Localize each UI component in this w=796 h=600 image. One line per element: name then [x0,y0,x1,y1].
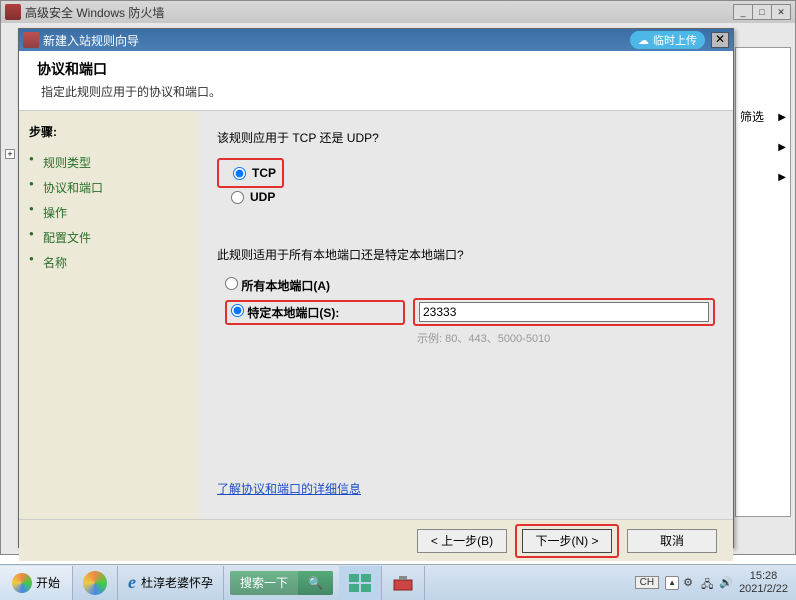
page-title: 协议和端口 [37,59,715,79]
parent-window-controls: _ □ ✕ [734,4,791,20]
radio-udp-row: UDP [231,188,715,206]
wizard-body: 步骤: 规则类型 协议和端口 操作 配置文件 名称 该规则应用于 TCP 还是 … [19,111,733,519]
maximize-button[interactable]: □ [752,4,772,20]
page-subtitle: 指定此规则应用于的协议和端口。 [41,83,715,100]
taskbar-pinned-app[interactable] [73,566,118,600]
cloud-upload-button[interactable]: ☁ 临时上传 [630,31,705,49]
start-button[interactable]: 开始 [0,566,73,600]
wizard-titlebar: 新建入站规则向导 ☁ 临时上传 ✕ [19,29,733,51]
firewall-icon [5,4,21,20]
tray-expand-icon[interactable]: ▲ [665,576,679,590]
port-example: 示例: 80、443、5000-5010 [417,330,715,346]
wizard-header: 协议和端口 指定此规则应用于的协议和端口。 [19,51,733,111]
cloud-icon: ☁ [638,34,649,47]
step-profile[interactable]: 配置文件 [29,225,189,250]
taskbar-search[interactable]: 搜索一下 🔍 [230,571,333,595]
language-indicator[interactable]: CH [635,576,659,589]
step-name[interactable]: 名称 [29,250,189,275]
chevron-right-icon[interactable]: ▶ [778,112,786,123]
cancel-button[interactable]: 取消 [627,529,717,553]
step-action[interactable]: 操作 [29,200,189,225]
taskbar-app-1[interactable] [339,566,382,600]
system-tray: CH ▲ ⚙ 🖧 🔊 15:28 2021/2/22 [627,566,796,600]
volume-icon[interactable]: 🔊 [719,576,733,590]
step-protocol-ports[interactable]: 协议和端口 [29,175,189,200]
taskbar-ie-tab[interactable]: 杜淳老婆怀孕 [118,566,224,600]
label-udp[interactable]: UDP [250,190,275,204]
step-rule-type[interactable]: 规则类型 [29,150,189,175]
radio-all-ports[interactable] [225,277,238,290]
time-text: 15:28 [739,570,788,582]
wizard-title-text: 新建入站规则向导 [43,32,139,49]
steps-heading: 步骤: [29,123,189,140]
tree-expand-icon[interactable]: + [5,149,15,159]
radio-specific-ports-row: 特定本地端口(S): [225,296,715,328]
tray-icon[interactable]: ⚙ [683,576,697,590]
label-specific-ports[interactable]: 特定本地端口(S): [247,306,339,320]
radio-all-ports-row: 所有本地端口(A) [225,275,715,296]
learn-more-link[interactable]: 了解协议和端口的详细信息 [217,480,361,497]
app-icon [83,571,107,595]
minimize-button[interactable]: _ [733,4,753,20]
ports-group: 此规则适用于所有本地端口还是特定本地端口? 所有本地端口(A) 特定本地端口(S… [217,246,715,346]
toolbox-icon [392,574,414,592]
main-pane: 该规则应用于 TCP 还是 UDP? TCP UDP 此规则适用于所有本地端口还… [199,111,733,519]
radio-tcp-row: TCP [233,164,276,182]
parent-title-text: 高级安全 Windows 防火墙 [25,4,164,21]
protocol-question: 该规则应用于 TCP 还是 UDP? [217,129,715,146]
highlight-specific-ports: 特定本地端口(S): [225,300,405,325]
back-button[interactable]: < 上一步(B) [417,529,507,553]
search-icon: 🔍 [298,576,333,590]
radio-specific-ports[interactable] [231,304,244,317]
wizard-footer: < 上一步(B) 下一步(N) > 取消 [19,519,733,561]
taskbar: 开始 杜淳老婆怀孕 搜索一下 🔍 CH ▲ ⚙ 🖧 🔊 15:28 2021/2… [0,564,796,600]
wizard-close-button[interactable]: ✕ [711,32,729,48]
network-icon[interactable]: 🖧 [701,576,715,590]
highlight-next: 下一步(N) > [515,524,619,558]
highlight-port-input [413,298,715,326]
parent-titlebar: 高级安全 Windows 防火墙 _ □ ✕ [1,1,795,23]
label-tcp[interactable]: TCP [252,166,276,180]
next-button[interactable]: 下一步(N) > [522,529,612,553]
tiles-icon [349,574,371,592]
date-text: 2021/2/22 [739,583,788,595]
start-label: 开始 [36,574,60,591]
close-button[interactable]: ✕ [771,4,791,20]
actions-pane: 筛选 ▶ ▶ ▶ [735,47,791,517]
wizard-icon [23,32,39,48]
port-input[interactable] [419,302,709,322]
search-label: 搜索一下 [230,571,298,595]
label-all-ports[interactable]: 所有本地端口(A) [241,279,330,293]
tray-icons: ▲ ⚙ 🖧 🔊 [665,576,733,590]
steps-pane: 步骤: 规则类型 协议和端口 操作 配置文件 名称 [19,111,199,519]
chevron-right-icon[interactable]: ▶ [778,172,786,183]
chevron-right-icon[interactable]: ▶ [778,142,786,153]
wizard-dialog: 新建入站规则向导 ☁ 临时上传 ✕ 协议和端口 指定此规则应用于的协议和端口。 … [18,28,734,548]
ports-question: 此规则适用于所有本地端口还是特定本地端口? [217,246,715,263]
ie-tab-label: 杜淳老婆怀孕 [141,574,213,591]
radio-udp[interactable] [231,191,244,204]
windows-logo-icon [12,573,32,593]
taskbar-app-2[interactable] [382,566,425,600]
clock[interactable]: 15:28 2021/2/22 [739,570,788,594]
radio-tcp[interactable] [233,167,246,180]
highlight-tcp: TCP [217,158,284,188]
